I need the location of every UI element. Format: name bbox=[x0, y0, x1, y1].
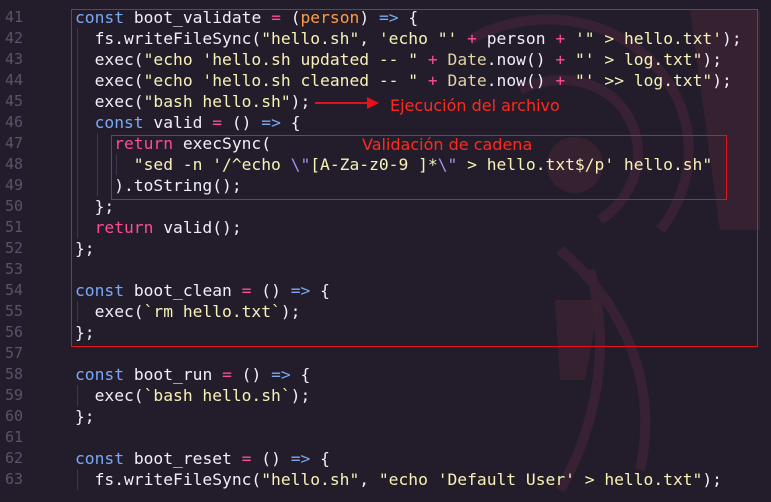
code-token: fs.writeFileSync( bbox=[94, 470, 262, 489]
line-number: 54 bbox=[5, 281, 24, 299]
line-number: 43 bbox=[5, 50, 24, 68]
line-number: 58 bbox=[5, 365, 24, 383]
code-line[interactable]: exec(`bash hello.sh`); bbox=[95, 385, 311, 406]
code-token: boot_reset bbox=[133, 449, 232, 468]
line-number: 50 bbox=[5, 197, 24, 215]
line-number: 56 bbox=[5, 323, 24, 341]
annotation-label-string-validation: Validación de cadena bbox=[362, 135, 533, 154]
line-number: 63 bbox=[5, 470, 24, 488]
line-number: 44 bbox=[5, 71, 24, 89]
code-token: , bbox=[359, 470, 379, 489]
code-editor[interactable]: 41 42 43 44 45 46 47 48 49 50 51 52 53 54 55 56 57 58 59 60… bbox=[0, 0, 771, 502]
code-token: ); bbox=[702, 470, 722, 489]
line-number: 46 bbox=[5, 113, 24, 131]
line-number: 48 bbox=[5, 155, 24, 173]
code-token: "hello.sh" bbox=[261, 470, 360, 489]
code-token: = bbox=[241, 449, 252, 468]
line-number: 53 bbox=[5, 260, 24, 278]
line-number: 41 bbox=[5, 8, 24, 26]
code-token: }; bbox=[75, 407, 95, 426]
line-number: 47 bbox=[5, 134, 24, 152]
code-token: { bbox=[310, 449, 330, 468]
arrow-right-icon bbox=[315, 97, 379, 109]
line-number: 59 bbox=[5, 386, 24, 404]
code-token: = bbox=[222, 365, 232, 384]
code-token: const bbox=[75, 449, 125, 468]
code-token: boot_run bbox=[133, 365, 213, 384]
line-number: 60 bbox=[5, 407, 24, 425]
code-line[interactable]: fs.writeFileSync("hello.sh", "echo 'Defa… bbox=[95, 469, 722, 490]
code-token: => bbox=[290, 449, 311, 468]
code-line[interactable]: const boot_reset = () => { bbox=[75, 448, 330, 469]
code-token: ); bbox=[290, 386, 311, 405]
code-token: => bbox=[271, 365, 291, 384]
code-token: const bbox=[75, 365, 125, 384]
code-line[interactable]: }; bbox=[75, 406, 95, 427]
code-token: exec( bbox=[94, 386, 144, 405]
line-number: 45 bbox=[5, 92, 24, 110]
code-token: `bash hello.sh` bbox=[143, 386, 291, 405]
code-token: { bbox=[290, 365, 311, 384]
line-number: 61 bbox=[5, 428, 24, 446]
line-number: 51 bbox=[5, 218, 24, 236]
indent-guide bbox=[77, 385, 78, 406]
line-number: 52 bbox=[5, 239, 24, 257]
line-number: 55 bbox=[5, 302, 24, 320]
line-number: 49 bbox=[5, 176, 24, 194]
code-token: () bbox=[251, 449, 291, 468]
line-number: 62 bbox=[5, 449, 24, 467]
code-token: "echo 'Default User' > hello.txt" bbox=[378, 470, 703, 489]
code-line[interactable]: const boot_run = () => { bbox=[75, 364, 310, 385]
annotation-label-file-execution: Ejecución del archivo bbox=[390, 96, 560, 115]
line-number: 42 bbox=[5, 29, 24, 47]
code-token: () bbox=[231, 365, 272, 384]
indent-guide bbox=[77, 469, 78, 490]
line-number: 57 bbox=[5, 344, 24, 362]
